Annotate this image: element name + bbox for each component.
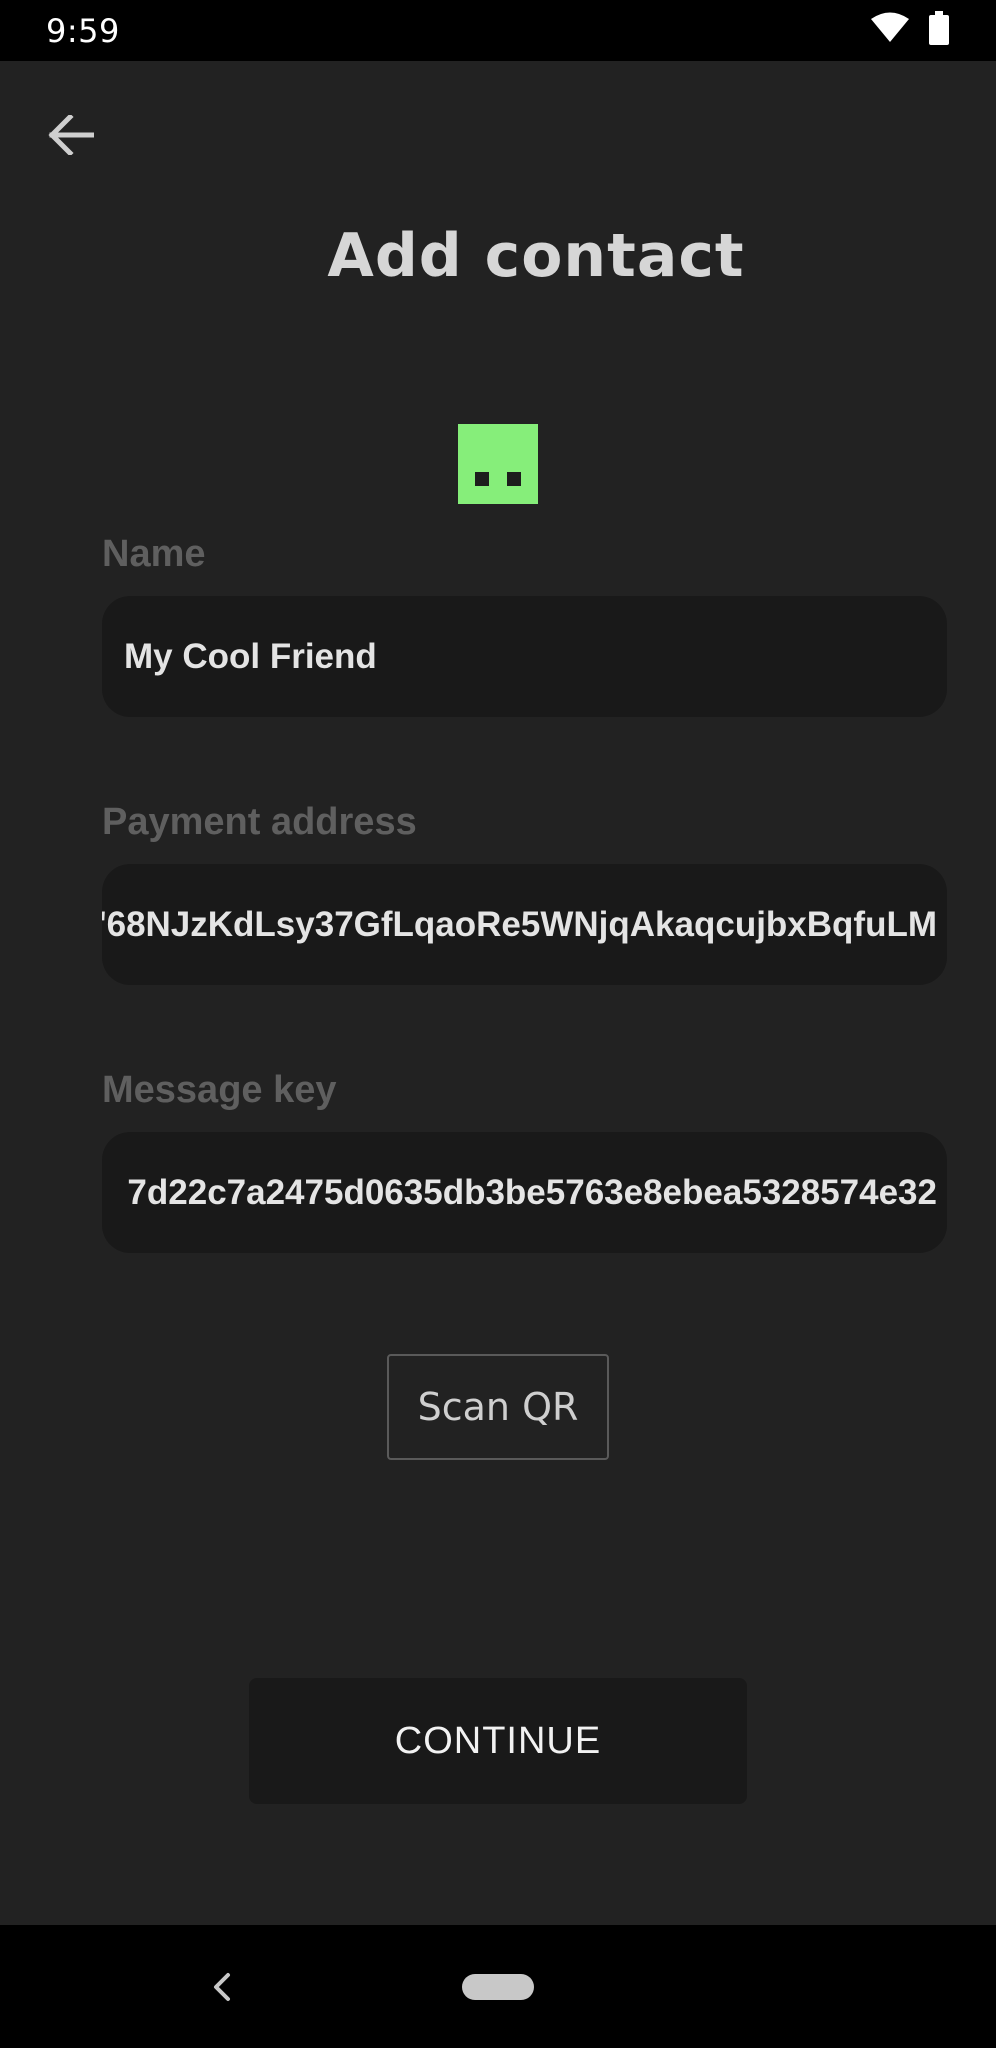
status-bar: 9:59: [0, 0, 996, 61]
add-contact-screen: Add contact Name My Cool Friend Payment …: [0, 61, 996, 1925]
home-pill-icon[interactable]: [462, 1974, 534, 2000]
payment-address-value: '68NJzKdLsy37GfLqaoRe5WNjqAkaqcujbxBqfuL…: [102, 904, 937, 944]
status-icons: [870, 11, 950, 50]
scan-qr-button[interactable]: Scan QR: [387, 1354, 609, 1460]
contact-avatar: [458, 424, 538, 504]
back-button[interactable]: [38, 104, 104, 170]
message-key-field[interactable]: 7d22c7a2475d0635db3be5763e8ebea5328574e3…: [102, 1132, 947, 1253]
name-value: My Cool Friend: [124, 636, 377, 676]
payment-address-label: Payment address: [102, 801, 417, 843]
page-title-text: Add contact: [327, 221, 745, 291]
message-key-value: 7d22c7a2475d0635db3be5763e8ebea5328574e3…: [127, 1172, 937, 1212]
payment-address-field[interactable]: '68NJzKdLsy37GfLqaoRe5WNjqAkaqcujbxBqfuL…: [102, 864, 947, 985]
arrow-left-icon: [48, 112, 95, 160]
name-label: Name: [102, 533, 206, 575]
name-field[interactable]: My Cool Friend: [102, 596, 947, 717]
avatar-eye-right: [507, 472, 521, 486]
continue-button[interactable]: CONTINUE: [249, 1678, 747, 1804]
battery-icon: [928, 11, 950, 50]
chevron-left-icon: [198, 1973, 248, 2016]
nav-back-button[interactable]: [198, 1962, 248, 2012]
avatar-eye-left: [475, 472, 489, 486]
navigation-bar: [0, 1925, 996, 2048]
message-key-label: Message key: [102, 1069, 337, 1111]
status-time: 9:59: [46, 11, 120, 50]
wifi-icon: [870, 12, 910, 49]
page-title: Add contact: [0, 221, 996, 291]
